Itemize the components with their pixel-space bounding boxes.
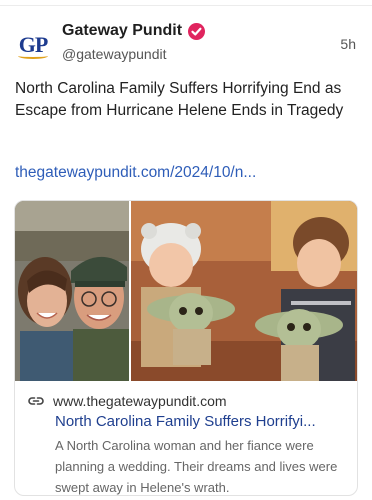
card-domain: www.thegatewaypundit.com <box>53 393 227 409</box>
card-image[interactable] <box>15 201 357 381</box>
post-link[interactable]: thegatewaypundit.com/2024/10/n... <box>15 164 256 182</box>
author-row: Gateway Pundit <box>62 22 206 40</box>
couple-photo <box>15 201 129 381</box>
post-header: GP Gateway Pundit @gatewaypundit 5h <box>0 18 372 70</box>
author-name[interactable]: Gateway Pundit <box>62 22 182 40</box>
card-domain-row: www.thegatewaypundit.com <box>27 391 347 411</box>
card-meta: www.thegatewaypundit.com North Carolina … <box>15 381 357 495</box>
top-divider <box>0 0 372 6</box>
post-timestamp: 5h <box>340 36 356 52</box>
card-title[interactable]: North Carolina Family Suffers Horrifyi..… <box>26 413 344 430</box>
link-icon <box>28 397 44 405</box>
link-preview-card[interactable]: www.thegatewaypundit.com North Carolina … <box>14 200 358 496</box>
author-handle[interactable]: @gatewaypundit <box>62 46 167 62</box>
card-description: A North Carolina woman and her fiance we… <box>55 438 338 495</box>
avatar[interactable]: GP <box>14 26 52 64</box>
children-photo <box>131 201 357 381</box>
verified-badge-icon <box>188 22 206 40</box>
avatar-swoosh <box>18 53 48 59</box>
post-text: North Carolina Family Suffers Horrifying… <box>15 80 344 119</box>
